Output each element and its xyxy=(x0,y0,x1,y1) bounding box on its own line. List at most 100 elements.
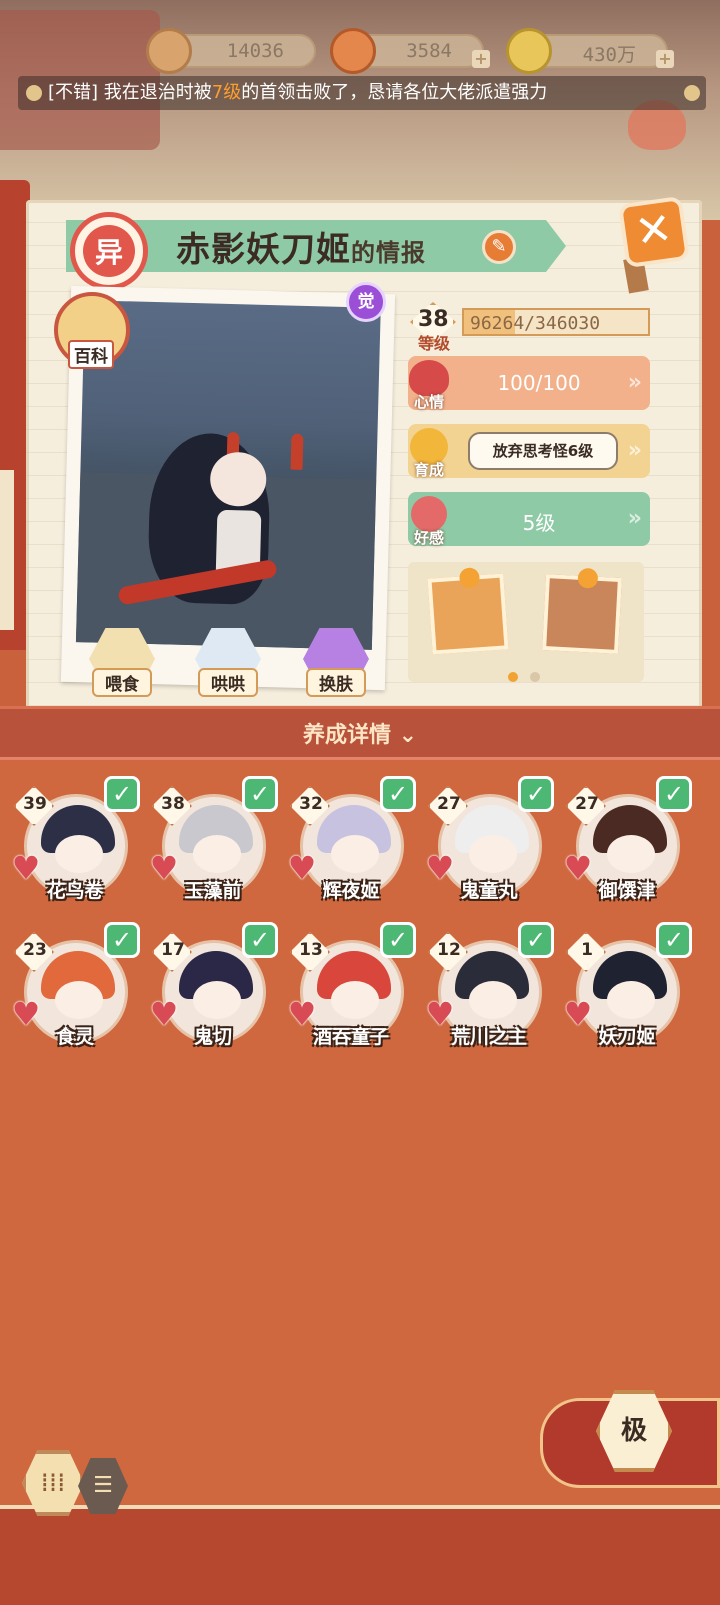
chevron-right-icon: » xyxy=(627,506,642,531)
card-level: 27 xyxy=(437,794,461,814)
card-level: 12 xyxy=(437,940,461,960)
check-icon: ✓ xyxy=(518,776,554,812)
skin-button[interactable]: 换肤 xyxy=(298,628,374,697)
mimic-gift-icon[interactable] xyxy=(542,567,622,654)
portrait-face xyxy=(331,981,379,1019)
awaken-badge: 觉 xyxy=(346,282,386,322)
check-icon: ✓ xyxy=(104,922,140,958)
roster-card[interactable]: 23 ✓ ♥ 食灵 xyxy=(10,922,140,1058)
level-value: 38 xyxy=(418,307,449,332)
portrait-face xyxy=(469,981,517,1019)
exp-bar: 96264/346030 xyxy=(462,308,650,336)
level-label: 等级 xyxy=(418,334,451,353)
roster-card[interactable]: 1 ✓ ♥ 妖刀姬 xyxy=(562,922,692,1058)
ticker-suffix: 的首领击败了，恳请各位大佬派遣强力 xyxy=(241,82,548,103)
feed-button[interactable]: 喂食 xyxy=(84,628,160,697)
gift-carousel[interactable] xyxy=(408,562,644,682)
roster-card[interactable]: 13 ✓ ♥ 酒吞童子 xyxy=(286,922,416,1058)
check-icon: ✓ xyxy=(242,922,278,958)
wiki-button[interactable]: 百科 xyxy=(68,340,114,369)
skin-label: 换肤 xyxy=(306,668,366,697)
portrait-face xyxy=(331,835,379,873)
check-icon: ✓ xyxy=(380,922,416,958)
card-name: 妖刀姬 xyxy=(598,1026,656,1048)
mood-value: 100/100 xyxy=(497,371,581,395)
coin-counter[interactable]: 430万 + xyxy=(506,28,674,74)
stamina-plus-button[interactable]: + xyxy=(472,50,490,68)
roster-card[interactable]: 27 ✓ ♥ 御馔津 xyxy=(562,776,692,912)
card-level: 1 xyxy=(581,940,593,960)
carousel-dot-active[interactable] xyxy=(508,672,518,682)
carousel-dot[interactable] xyxy=(530,672,540,682)
mood-row[interactable]: 心情 100/100 » xyxy=(408,356,650,411)
affection-value: 5级 xyxy=(522,511,556,535)
level-row: 38 等级 96264/346030 xyxy=(406,300,652,353)
page-title: 赤影妖刀姬的情报 xyxy=(176,222,426,271)
card-level: 23 xyxy=(23,940,47,960)
card-name: 御馔津 xyxy=(598,880,656,902)
character-name: 赤影妖刀姬 xyxy=(176,230,351,270)
check-icon: ✓ xyxy=(656,776,692,812)
coin-icon xyxy=(506,28,552,74)
card-name: 花鸟卷 xyxy=(46,880,104,902)
close-button[interactable]: ✕ xyxy=(617,195,691,269)
roster-card[interactable]: 17 ✓ ♥ 鬼切 xyxy=(148,922,278,1058)
card-name: 荒川之主 xyxy=(450,1026,527,1048)
card-name: 鬼切 xyxy=(193,1026,232,1048)
card-name: 鬼童丸 xyxy=(460,880,518,902)
check-icon: ✓ xyxy=(380,776,416,812)
card-name: 酒吞童子 xyxy=(312,1026,389,1048)
portrait-face xyxy=(607,981,655,1019)
coax-button[interactable]: 哄哄 xyxy=(190,628,266,697)
stamina-counter[interactable]: 3584 + xyxy=(330,28,490,74)
heart-face-icon: 心情 xyxy=(404,358,454,411)
roster-card[interactable]: 12 ✓ ♥ 荒川之主 xyxy=(424,922,554,1058)
card-level: 32 xyxy=(299,794,323,814)
card-name: 玉藻前 xyxy=(184,880,242,902)
jade-icon xyxy=(146,28,192,74)
broadcast-ticker: [不错] 我在退治时被7级的首领击败了，恳请各位大佬派遣强力 xyxy=(18,76,706,110)
card-name: 辉夜姬 xyxy=(322,880,380,902)
portrait-face xyxy=(607,835,655,873)
check-icon: ✓ xyxy=(656,922,692,958)
roster-header[interactable]: 养成详情 ⌄ xyxy=(0,706,720,760)
feed-label: 喂食 xyxy=(92,668,152,697)
flower-icon: 好感 xyxy=(404,494,454,547)
card-level: 39 xyxy=(23,794,47,814)
rarity-badge-label: 异 xyxy=(83,225,135,277)
coax-label: 哄哄 xyxy=(198,668,258,697)
affection-row[interactable]: 好感 5级 » xyxy=(408,492,650,547)
roster-card[interactable]: 38 ✓ ♥ 玉藻前 xyxy=(148,776,278,912)
coin-value: 430万 xyxy=(582,44,636,66)
roster-header-label: 养成详情 xyxy=(302,723,391,748)
card-level: 13 xyxy=(299,940,323,960)
stamina-icon xyxy=(330,28,376,74)
portrait-face xyxy=(469,835,517,873)
roster-card[interactable]: 32 ✓ ♥ 辉夜姬 xyxy=(286,776,416,912)
training-value: 放弃思考怪6级 xyxy=(468,432,618,470)
bottom-bar xyxy=(0,1505,720,1605)
sushi-gift-icon[interactable] xyxy=(427,567,509,655)
mood-label: 心情 xyxy=(413,393,444,411)
roster-card[interactable]: 27 ✓ ♥ 鬼童丸 xyxy=(424,776,554,912)
chevron-right-icon: » xyxy=(627,438,642,463)
exp-value: 96264/346030 xyxy=(470,313,601,334)
edit-icon[interactable]: ✎ xyxy=(482,230,516,264)
stamina-value: 3584 xyxy=(406,40,452,62)
training-label: 育成 xyxy=(413,461,444,479)
roster-card[interactable]: 39 ✓ ♥ 花鸟卷 xyxy=(10,776,140,912)
portrait-face xyxy=(55,835,103,873)
jade-counter[interactable]: 14036 xyxy=(146,28,316,74)
portrait-face xyxy=(193,835,241,873)
ticker-highlight: 7级 xyxy=(211,82,242,103)
card-level: 38 xyxy=(161,794,185,814)
portrait-face xyxy=(55,981,103,1019)
smile-face-icon: 育成 xyxy=(404,426,454,479)
chevron-right-icon: » xyxy=(627,370,642,395)
ticker-prefix: [不错] 我在退治时被 xyxy=(48,82,212,103)
card-level: 17 xyxy=(161,940,185,960)
card-name: 食灵 xyxy=(55,1026,94,1048)
chevron-down-icon: ⌄ xyxy=(398,723,418,748)
check-icon: ✓ xyxy=(518,922,554,958)
coin-plus-button[interactable]: + xyxy=(656,50,674,68)
